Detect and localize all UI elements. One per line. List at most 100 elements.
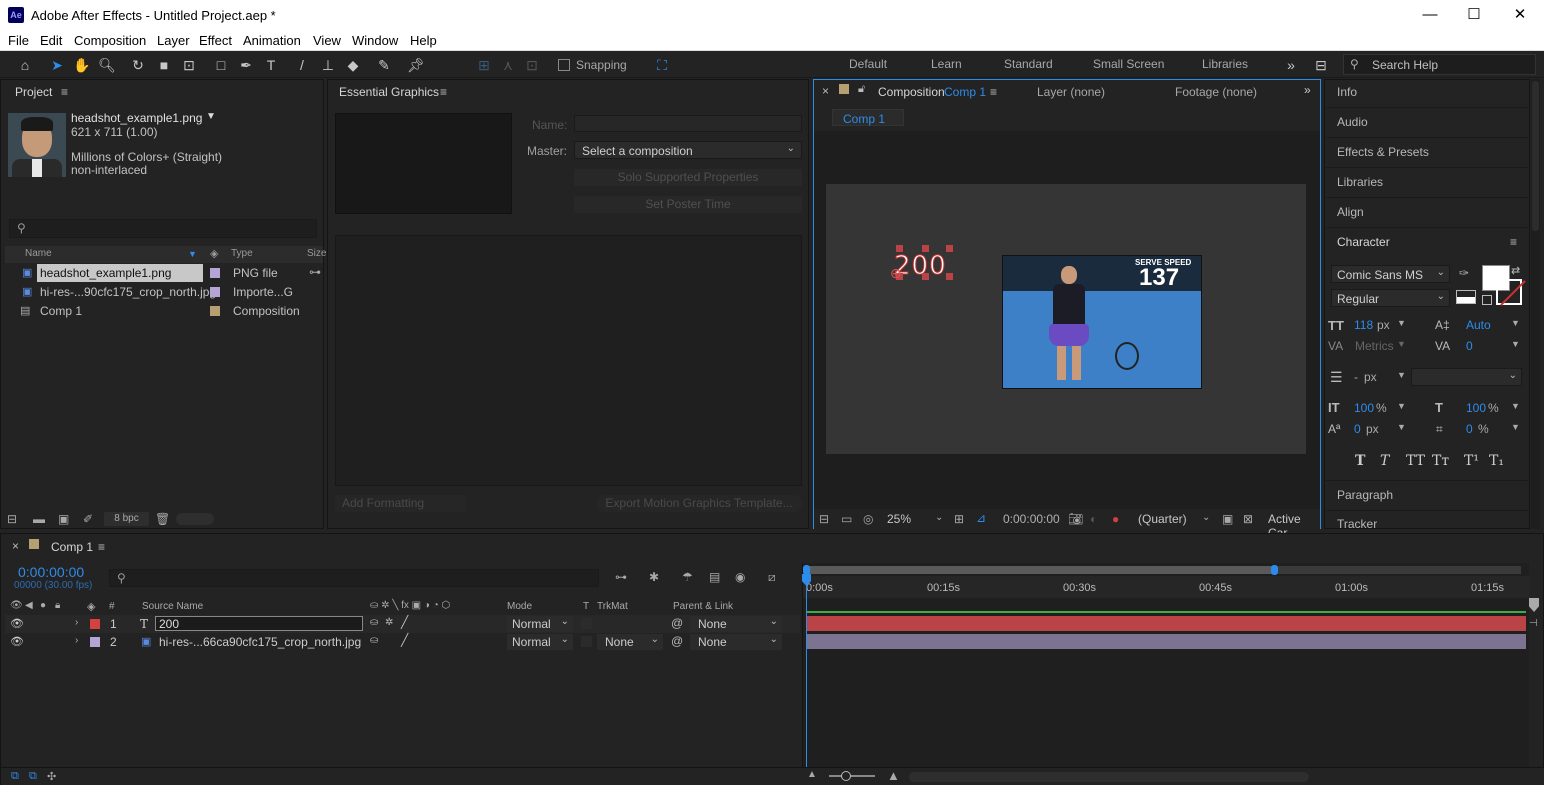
tracking-value[interactable]: 0 (1466, 339, 1473, 353)
pickwhip-icon[interactable]: @ (671, 634, 683, 648)
audio-column-icon[interactable]: ◀ (25, 600, 33, 611)
comp-end-marker-icon[interactable] (1529, 598, 1539, 612)
expand-chevron-icon[interactable]: › (75, 635, 78, 646)
superscript-button[interactable]: T¹ (1464, 453, 1479, 469)
bbox-handle[interactable] (946, 245, 953, 252)
new-composition-icon[interactable]: ▣ (58, 512, 69, 526)
switches-header-icons[interactable]: ⛀ ✲ ╲ fx ▣ ◑ ◔ ⬡ (370, 600, 450, 611)
photo-layer[interactable]: SERVE SPEED 137 (1002, 255, 1202, 389)
clone-stamp-tool-icon[interactable]: ⊥ (317, 54, 339, 76)
panel-overflow-icon[interactable]: » (1304, 83, 1311, 97)
parent-link-header[interactable]: Parent & Link (673, 601, 733, 612)
zoom-out-icon[interactable]: ▲ (807, 769, 817, 780)
chevron-down-icon[interactable]: ▼ (1511, 422, 1520, 432)
stroke-width-value[interactable]: - (1354, 370, 1358, 384)
video-column-icon[interactable]: 👁︎ (10, 600, 23, 611)
snapping-checkbox[interactable] (558, 59, 570, 71)
axis-view-icon[interactable]: ⊡ (521, 54, 543, 76)
transparency-icon[interactable]: ⊠ (1243, 512, 1253, 526)
selection-tool-icon[interactable]: ➤ (46, 54, 68, 76)
font-family-dropdown[interactable]: Comic Sans MS ⌄ (1331, 265, 1450, 283)
visibility-eye-icon[interactable]: 👁︎ (10, 617, 24, 630)
current-time[interactable]: 0:00:00:00 (1003, 512, 1060, 526)
flowchart-icon[interactable]: ⊶ (309, 265, 321, 279)
layer-row[interactable]: 👁︎ › 2 ▣ hi-res-...66ca90cfc175_crop_nor… (5, 633, 800, 651)
workspace-small-screen[interactable]: Small Screen (1093, 57, 1164, 71)
monitor-icon[interactable]: ▭ (841, 512, 852, 526)
trkmat-dropdown[interactable]: None ⌄ (597, 634, 663, 650)
roto-brush-tool-icon[interactable]: ✎ (373, 54, 395, 76)
hand-tool-icon[interactable]: ✋ (71, 54, 93, 76)
work-area-end-handle[interactable] (1271, 565, 1278, 575)
text-layer-200[interactable]: 200 ⊕ (890, 245, 954, 282)
expand-chevron-icon[interactable]: › (75, 617, 78, 628)
timeline-current-time[interactable]: 0:00:00:00 (18, 564, 84, 580)
preserve-transparency-checkbox[interactable] (581, 636, 592, 647)
timeline-search-input[interactable]: ⚲ (109, 569, 599, 587)
shy-layers-icon[interactable]: ☂ (682, 570, 693, 584)
col-type[interactable]: Type (231, 248, 253, 259)
minimize-button[interactable]: — (1410, 4, 1450, 26)
bbox-handle[interactable] (922, 273, 929, 280)
properties-drop-area[interactable] (335, 235, 802, 486)
menu-composition[interactable]: Composition (74, 33, 146, 48)
layer-name-edit-field[interactable]: 200 (155, 616, 363, 631)
small-caps-button[interactable]: Tт (1432, 453, 1449, 469)
workspace-learn[interactable]: Learn (931, 57, 962, 71)
chevron-down-icon[interactable]: ▼ (1511, 339, 1520, 349)
number-column-icon[interactable]: # (109, 601, 115, 612)
label-column-icon[interactable]: ◈ (87, 600, 95, 613)
layer-bar-2[interactable] (807, 634, 1526, 649)
workspace-libraries[interactable]: Libraries (1202, 57, 1248, 71)
draft-3d-icon[interactable]: ✱ (649, 570, 659, 584)
layer-switches-toggle-icon[interactable]: ⧉ (11, 770, 19, 783)
zoom-slider-thumb[interactable] (841, 771, 851, 781)
preview-dropdown-icon[interactable]: ▼ (206, 111, 216, 122)
bbox-handle[interactable] (896, 245, 903, 252)
right-panel-scrollbar[interactable] (1531, 79, 1540, 529)
parent-dropdown[interactable]: None ⌄ (690, 634, 782, 650)
quality-switch-icon[interactable]: ╱ (401, 615, 408, 629)
font-style-dropdown[interactable]: Regular ⌄ (1331, 289, 1450, 307)
layer-mode-dropdown[interactable]: Normal ⌄ (507, 616, 573, 632)
menu-file[interactable]: File (8, 33, 29, 48)
character-panel-header[interactable]: Character (1337, 235, 1390, 249)
timeline-tab[interactable]: Comp 1 (51, 540, 93, 554)
maximize-button[interactable]: ☐ (1454, 4, 1494, 26)
all-caps-button[interactable]: TT (1406, 453, 1425, 469)
workspace-sync-icon[interactable]: ⊟ (1310, 54, 1332, 76)
paragraph-panel-header[interactable]: Paragraph (1337, 488, 1393, 502)
graph-editor-icon[interactable]: ⧄ (768, 570, 776, 585)
axis-local-icon[interactable]: ⊞ (473, 54, 495, 76)
comp-tab-name[interactable]: Comp 1 (944, 85, 986, 99)
faux-bold-button[interactable]: T (1355, 453, 1365, 469)
menu-window[interactable]: Window (352, 33, 398, 48)
master-dropdown[interactable]: Select a composition ⌄ (574, 141, 802, 159)
rectangle-tool-icon[interactable]: □ (210, 54, 232, 76)
chevron-down-icon[interactable]: ▼ (1397, 422, 1406, 432)
bbox-handle[interactable] (922, 245, 929, 252)
show-snapshot-icon[interactable]: ◐ (1090, 512, 1097, 526)
essential-graphics-menu-icon[interactable]: ≡ (440, 85, 447, 99)
anchor-point-icon[interactable]: ⊕ (890, 265, 902, 282)
tracker-panel-header[interactable]: Tracker (1337, 517, 1377, 531)
pickwhip-icon[interactable]: @ (671, 616, 683, 630)
set-to-black-icon[interactable] (1456, 290, 1476, 304)
fit-icon[interactable]: ⊞ (954, 512, 964, 526)
zoom-in-icon[interactable]: ▲ (887, 768, 900, 783)
tsume-value[interactable]: 0 (1466, 422, 1473, 436)
viewer-pasteboard[interactable]: 200 ⊕ SERVE SPEED 137 (814, 131, 1320, 509)
project-search-input[interactable]: ⚲ (9, 219, 317, 238)
search-help-box[interactable]: ⚲ Search Help (1343, 54, 1536, 75)
interpret-footage-icon[interactable]: ⊟ (7, 512, 17, 526)
motion-blur-icon[interactable]: ◉ (735, 570, 745, 584)
transparency-grid-icon[interactable]: ⊿ (976, 511, 986, 525)
channels-icon[interactable]: ● (1112, 512, 1119, 526)
vertical-scale-value[interactable]: 100 (1354, 401, 1374, 415)
trkmat-header[interactable]: TrkMat (597, 601, 628, 612)
col-name[interactable]: Name (25, 248, 52, 259)
source-name-header[interactable]: Source Name (142, 601, 203, 612)
close-icon[interactable]: × (12, 539, 19, 553)
menu-help[interactable]: Help (410, 33, 437, 48)
preserve-transparency-checkbox[interactable] (581, 618, 592, 629)
